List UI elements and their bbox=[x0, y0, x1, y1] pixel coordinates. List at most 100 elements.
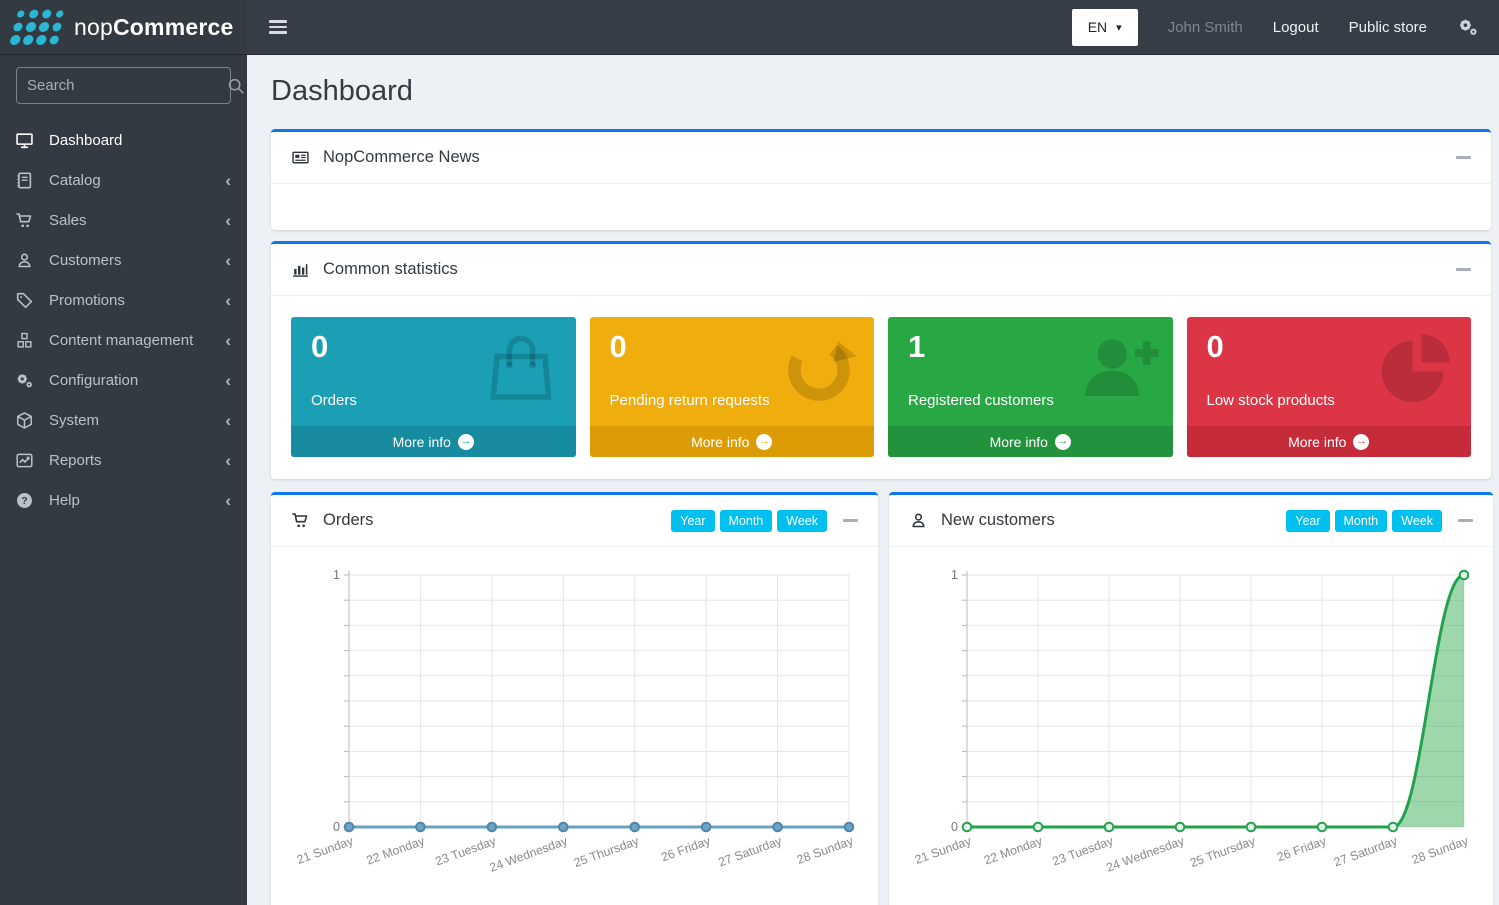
hamburger-icon[interactable] bbox=[267, 16, 289, 37]
svg-text:26 Friday: 26 Friday bbox=[1275, 833, 1329, 864]
chevron-left-icon: ‹ bbox=[225, 172, 231, 189]
year-button[interactable]: Year bbox=[671, 510, 714, 532]
sidebar-item-content-management[interactable]: Content management ‹ bbox=[0, 320, 247, 360]
sidebar-item-customers[interactable]: Customers ‹ bbox=[0, 240, 247, 280]
collapse-minus-icon[interactable] bbox=[1458, 519, 1473, 522]
svg-text:26 Friday: 26 Friday bbox=[659, 833, 713, 864]
svg-text:21 Sunday: 21 Sunday bbox=[295, 833, 356, 867]
cubes-icon bbox=[15, 330, 39, 350]
page-content: Dashboard NopCommerce News bbox=[247, 55, 1499, 905]
svg-text:0: 0 bbox=[951, 820, 958, 834]
gears-icon bbox=[15, 370, 39, 390]
user-icon bbox=[15, 250, 39, 270]
new-customers-area-chart: 1021 Sunday22 Monday23 Tuesday24 Wednesd… bbox=[909, 559, 1469, 877]
news-panel-title: NopCommerce News bbox=[323, 148, 480, 167]
book-icon bbox=[15, 170, 39, 190]
newspaper-icon bbox=[291, 148, 313, 168]
svg-text:22 Monday: 22 Monday bbox=[364, 833, 427, 867]
user-plus-icon bbox=[1077, 327, 1159, 409]
brand-logo[interactable]: nopCommerce bbox=[0, 0, 247, 55]
page-title: Dashboard bbox=[271, 75, 1491, 108]
stat-card-registered-customers: 1 Registered customers More info → bbox=[888, 317, 1173, 457]
sidebar-menu: Dashboard Catalog ‹ Sales ‹ Customers ‹ … bbox=[0, 120, 247, 520]
orders-line-chart: 1021 Sunday22 Monday23 Tuesday24 Wednesd… bbox=[291, 559, 854, 877]
language-select[interactable]: EN ▾ bbox=[1072, 9, 1138, 46]
brand-name: nopCommerce bbox=[74, 14, 233, 41]
sidebar-item-system[interactable]: System ‹ bbox=[0, 400, 247, 440]
sidebar-item-label: Help bbox=[49, 492, 80, 509]
question-icon: ? bbox=[15, 490, 39, 510]
pie-chart-icon bbox=[1375, 327, 1457, 409]
sidebar-item-label: Content management bbox=[49, 332, 193, 349]
chevron-left-icon: ‹ bbox=[225, 372, 231, 389]
collapse-minus-icon[interactable] bbox=[1456, 156, 1471, 159]
month-button[interactable]: Month bbox=[720, 510, 773, 532]
more-info-link[interactable]: More info → bbox=[291, 426, 576, 457]
chevron-left-icon: ‹ bbox=[225, 252, 231, 269]
chevron-left-icon: ‹ bbox=[225, 452, 231, 469]
svg-text:25 Thursday: 25 Thursday bbox=[1188, 833, 1258, 870]
week-button[interactable]: Week bbox=[777, 510, 827, 532]
sidebar-item-label: Configuration bbox=[49, 372, 138, 389]
chevron-left-icon: ‹ bbox=[225, 332, 231, 349]
year-button[interactable]: Year bbox=[1286, 510, 1329, 532]
chevron-down-icon: ▾ bbox=[1116, 21, 1122, 34]
week-button[interactable]: Week bbox=[1392, 510, 1442, 532]
svg-text:28 Sunday: 28 Sunday bbox=[795, 833, 854, 867]
circle-arrow-right-icon: → bbox=[1353, 434, 1369, 450]
common-statistics-panel: Common statistics 0 Orders bbox=[271, 241, 1491, 479]
svg-text:24 Wednesday: 24 Wednesday bbox=[1104, 833, 1186, 874]
collapse-minus-icon[interactable] bbox=[1456, 268, 1471, 271]
stat-card-orders: 0 Orders More info → bbox=[291, 317, 576, 457]
search-icon[interactable] bbox=[226, 76, 246, 96]
new-customers-chart-panel: New customers Year Month Week 1021 bbox=[889, 492, 1493, 905]
svg-text:27 Saturday: 27 Saturday bbox=[716, 833, 784, 869]
sidebar-item-help[interactable]: ? Help ‹ bbox=[0, 480, 247, 520]
news-panel-body bbox=[271, 184, 1491, 230]
main-area: EN ▾ John Smith Logout Public store Dash… bbox=[247, 0, 1499, 905]
desktop-icon bbox=[15, 130, 39, 150]
topbar: EN ▾ John Smith Logout Public store bbox=[247, 0, 1499, 55]
sidebar-item-configuration[interactable]: Configuration ‹ bbox=[0, 360, 247, 400]
svg-text:25 Thursday: 25 Thursday bbox=[572, 833, 642, 870]
sidebar-item-label: Dashboard bbox=[49, 132, 122, 149]
search-input[interactable] bbox=[27, 77, 226, 94]
public-store-link[interactable]: Public store bbox=[1349, 19, 1427, 36]
sidebar-item-dashboard[interactable]: Dashboard bbox=[0, 120, 247, 160]
chart-line-icon bbox=[15, 450, 39, 470]
month-button[interactable]: Month bbox=[1335, 510, 1388, 532]
new-customers-chart-title: New customers bbox=[941, 511, 1055, 530]
sidebar-item-sales[interactable]: Sales ‹ bbox=[0, 200, 247, 240]
sidebar-item-reports[interactable]: Reports ‹ bbox=[0, 440, 247, 480]
sidebar-item-promotions[interactable]: Promotions ‹ bbox=[0, 280, 247, 320]
chevron-left-icon: ‹ bbox=[225, 492, 231, 509]
app-window: nopCommerce Dashboard Catalog ‹ Sales ‹ bbox=[0, 0, 1499, 905]
orders-chart-panel: Orders Year Month Week 1021 Sunday bbox=[271, 492, 878, 905]
bar-chart-icon bbox=[291, 260, 313, 280]
sidebar-item-label: Sales bbox=[49, 212, 87, 229]
sidebar-search bbox=[0, 55, 247, 112]
news-panel: NopCommerce News bbox=[271, 129, 1491, 230]
stat-card-low-stock: 0 Low stock products More info → bbox=[1187, 317, 1472, 457]
user-name: John Smith bbox=[1168, 19, 1243, 36]
more-info-link[interactable]: More info → bbox=[1187, 426, 1472, 457]
cart-icon bbox=[291, 511, 313, 531]
svg-text:22 Monday: 22 Monday bbox=[982, 833, 1045, 867]
collapse-minus-icon[interactable] bbox=[843, 519, 858, 522]
logout-link[interactable]: Logout bbox=[1273, 19, 1319, 36]
gears-icon[interactable] bbox=[1457, 16, 1479, 38]
circle-arrow-right-icon: → bbox=[1055, 434, 1071, 450]
svg-text:28 Sunday: 28 Sunday bbox=[1410, 833, 1469, 867]
refresh-icon bbox=[778, 327, 860, 409]
nopcommerce-dots-logo-icon bbox=[9, 9, 66, 45]
more-info-link[interactable]: More info → bbox=[888, 426, 1173, 457]
cart-icon bbox=[15, 210, 39, 230]
svg-text:0: 0 bbox=[333, 820, 340, 834]
sidebar-item-catalog[interactable]: Catalog ‹ bbox=[0, 160, 247, 200]
chevron-left-icon: ‹ bbox=[225, 292, 231, 309]
svg-text:?: ? bbox=[21, 496, 27, 507]
more-info-link[interactable]: More info → bbox=[590, 426, 875, 457]
svg-text:1: 1 bbox=[333, 568, 340, 582]
sidebar-item-label: System bbox=[49, 412, 99, 429]
stat-card-pending-returns: 0 Pending return requests More info → bbox=[590, 317, 875, 457]
